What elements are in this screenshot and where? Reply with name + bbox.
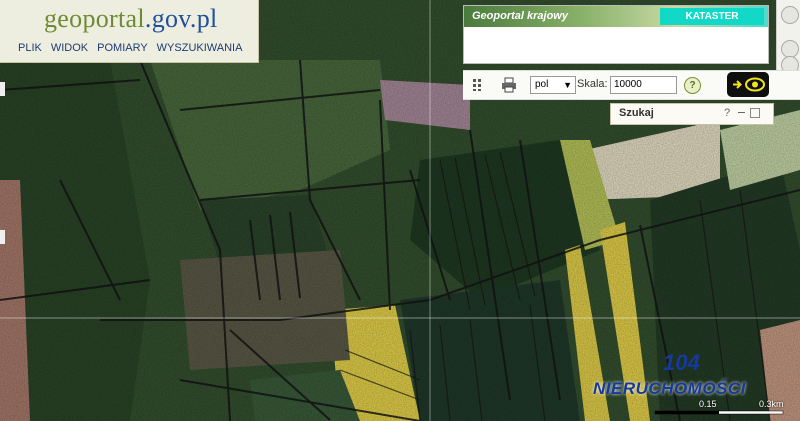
logo-main: geoportal xyxy=(44,4,145,33)
search-help-button[interactable]: ? xyxy=(724,107,730,119)
unit-select[interactable]: pol ▼ xyxy=(530,76,576,94)
maximize-icon[interactable] xyxy=(750,108,760,118)
printer-icon[interactable] xyxy=(501,77,517,93)
grid-icon[interactable] xyxy=(471,77,487,93)
eye-toggle-button[interactable] xyxy=(727,72,769,97)
menu-item-plik[interactable]: PLIK xyxy=(18,42,42,54)
map-toolbar: pol ▼ Skala: 10000 ? xyxy=(463,70,800,100)
logo[interactable]: geoportal.gov.pl xyxy=(44,4,218,34)
left-edge-tab[interactable] xyxy=(0,230,5,244)
layer-panel: Geoportal krajowy KATASTER xyxy=(463,5,769,64)
search-panel-title: Szukaj xyxy=(619,107,654,119)
watermark-number: 104 xyxy=(663,350,700,375)
scale-input[interactable]: 10000 xyxy=(610,76,677,94)
help-button[interactable]: ? xyxy=(684,77,701,94)
logo-domain: .gov.pl xyxy=(144,4,218,33)
tool-button[interactable] xyxy=(781,6,799,24)
layer-title[interactable]: Geoportal krajowy xyxy=(472,10,568,22)
left-edge-tab[interactable] xyxy=(0,82,5,96)
main-menu: PLIK WIDOK POMIARY WYSZUKIWANIA xyxy=(18,42,242,54)
menu-item-wyszukiwania[interactable]: WYSZUKIWANIA xyxy=(157,42,243,54)
layer-header: Geoportal krajowy KATASTER xyxy=(464,6,768,27)
menu-item-widok[interactable]: WIDOK xyxy=(51,42,88,54)
watermark-text: NIERUCHOMOŚCI xyxy=(593,379,746,398)
kataster-badge[interactable]: KATASTER xyxy=(660,8,764,25)
menu-item-pomiary[interactable]: POMIARY xyxy=(97,42,148,54)
unit-select-value: pol xyxy=(535,79,549,90)
header-panel: geoportal.gov.pl PLIK WIDOK POMIARY WYSZ… xyxy=(0,0,259,63)
watermark-logo: 104 NIERUCHOMOŚCI xyxy=(589,346,797,412)
chevron-down-icon: ▼ xyxy=(563,80,572,90)
scale-label: Skala: xyxy=(577,78,608,90)
search-panel[interactable]: Szukaj ? xyxy=(610,103,774,125)
minimize-icon[interactable] xyxy=(738,112,745,113)
